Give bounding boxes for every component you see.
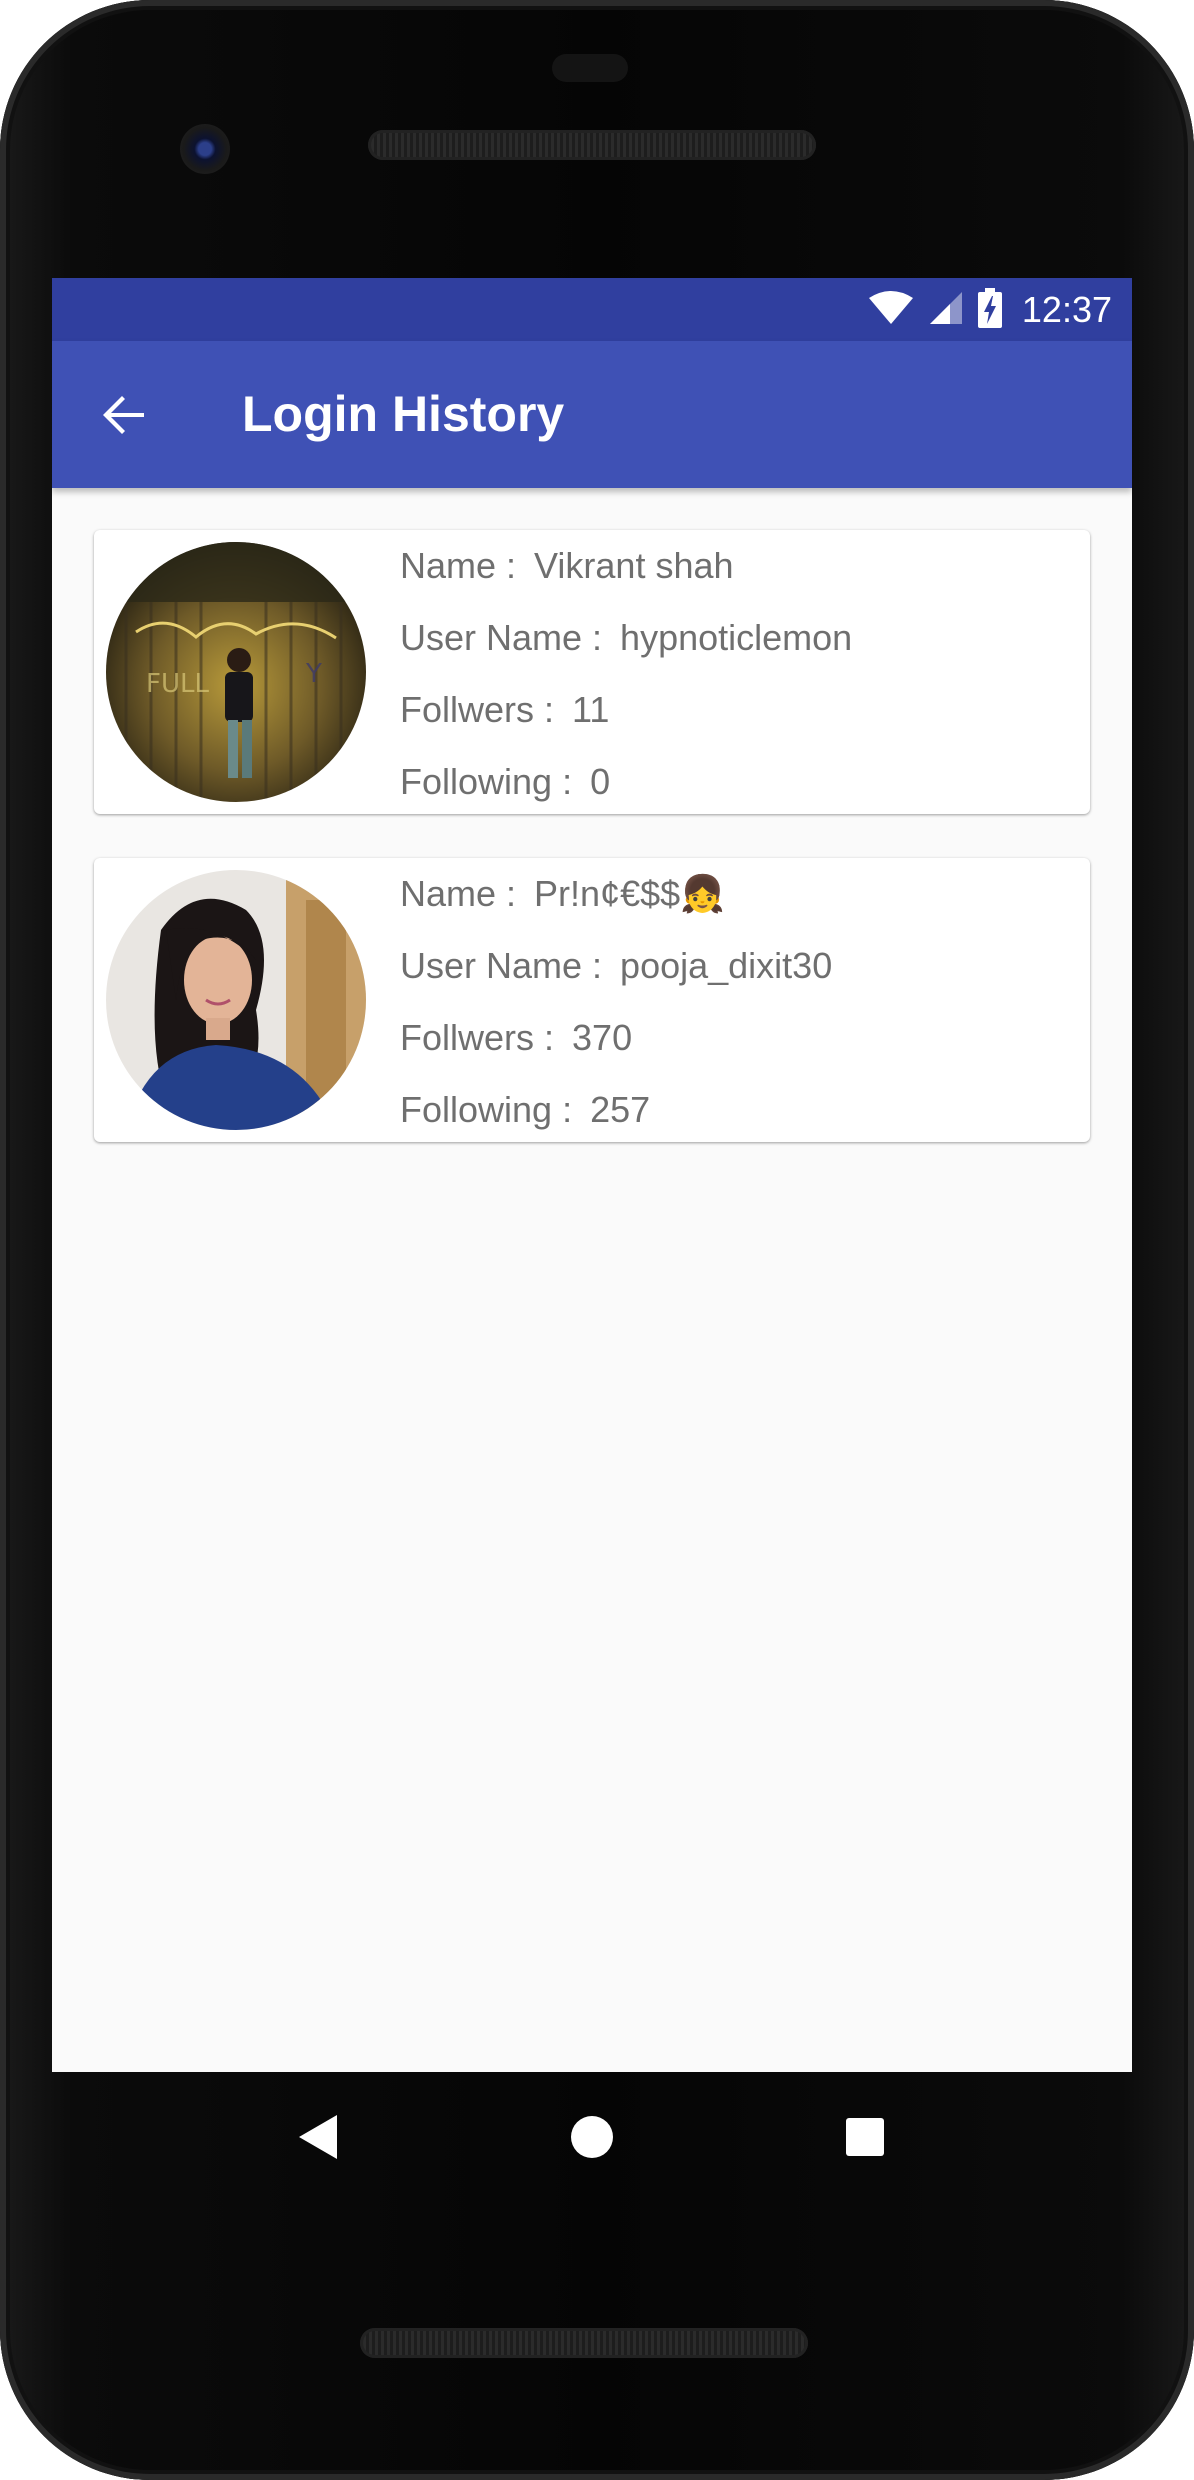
volume-button [1190,1020,1194,1360]
name-row: Name : Vikrant shah [400,530,1080,602]
user-card[interactable]: Name : Pr!n¢€$$👧 User Name : pooja_dixit… [94,858,1090,1142]
front-camera [180,124,230,174]
name-row: Name : Pr!n¢€$$👧 [400,858,1080,930]
following-label: Following : [400,1089,573,1130]
nav-home-button[interactable] [552,2097,632,2177]
top-speaker-grille [368,130,816,160]
bottom-speaker-grille [360,2328,808,2358]
followers-row: Follwers : 370 [400,1002,1080,1074]
status-time: 12:37 [1021,288,1112,330]
login-history-list: FULL Y Name : Vikrant shah User Name : h… [94,530,1090,1186]
nav-recents-button[interactable] [825,2097,905,2177]
proximity-sensor [552,54,628,82]
screen: 12:37 Login History FULL Y Name: Vikran… [52,278,1132,2072]
svg-text:FULL: FULL [146,669,209,699]
avatar: FULL Y [106,542,366,802]
svg-text:Y: Y [305,659,322,689]
status-bar: 12:37 [52,278,1132,341]
username-label: User Name : [400,945,603,986]
power-button [1190,640,1194,820]
signal-icon [928,290,964,330]
name-label: Name : [400,545,517,586]
home-circle-icon [570,2116,613,2158]
name-label: Name : [400,873,517,914]
name-value: Pr!n¢€$$👧 [534,873,725,914]
nav-back-button[interactable] [279,2097,359,2177]
username-value: hypnoticlemon [620,617,853,658]
phone-frame: 12:37 Login History FULL Y Name: Vikran… [0,0,1194,2480]
battery-charging-icon [977,287,1002,332]
name-value: Vikrant shah [534,545,734,586]
following-value: 257 [590,1089,651,1130]
following-value: 0 [590,761,611,802]
followers-value: 370 [572,1017,633,1058]
following-row: Following : 0 [400,746,1080,818]
recents-square-icon [846,2118,885,2156]
followers-label: Follwers : [400,689,555,730]
page-title: Login History [242,386,565,442]
followers-row: Follwers : 11 [400,674,1080,746]
user-card[interactable]: FULL Y Name : Vikrant shah User Name : h… [94,530,1090,814]
username-row: User Name : pooja_dixit30 [400,930,1080,1002]
username-label: User Name : [400,617,603,658]
back-triangle-icon [298,2115,337,2159]
following-label: Following : [400,761,573,802]
wifi-icon [868,290,914,330]
username-value: pooja_dixit30 [620,945,833,986]
user-info: Name : Pr!n¢€$$👧 User Name : pooja_dixit… [400,858,1080,1146]
app-bar: Login History [52,341,1132,488]
system-nav-bar [52,2072,1132,2202]
user-info: Name : Vikrant shah User Name : hypnotic… [400,530,1080,818]
back-button[interactable] [92,383,156,447]
status-icons: 12:37 [868,278,1112,341]
arrow-back-icon [103,396,144,434]
followers-label: Follwers : [400,1017,555,1058]
following-row: Following : 257 [400,1074,1080,1146]
username-row: User Name : hypnoticlemon [400,602,1080,674]
avatar [106,870,366,1130]
followers-value: 11 [572,689,610,730]
